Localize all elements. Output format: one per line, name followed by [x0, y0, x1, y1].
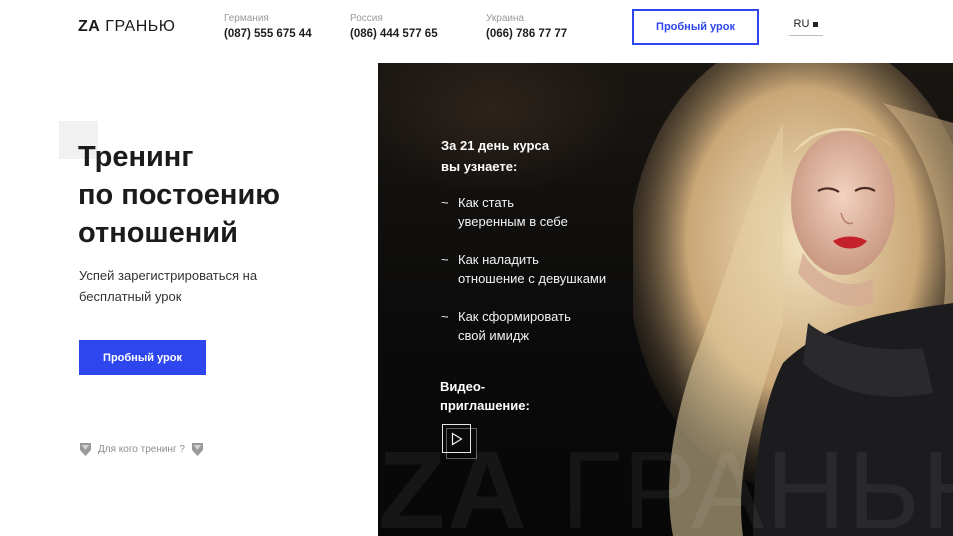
tilde-bullet-icon: ~	[441, 252, 449, 267]
diamond-icon	[191, 443, 203, 456]
tilde-bullet-icon: ~	[441, 195, 449, 210]
course-intro-line: За 21 день курса	[441, 138, 550, 153]
list-item-line: свой имидж	[458, 328, 530, 343]
phone-country: Украина	[486, 13, 525, 24]
phone-country: Германия	[224, 13, 269, 24]
who-is-training-for-link[interactable]: Для кого тренинг ?	[79, 442, 204, 457]
hero-title-line: Тренинг	[78, 141, 194, 173]
hero-subtitle-line: Успей зарегистрироваться на	[79, 268, 258, 283]
video-label-line: Видео-	[440, 379, 486, 394]
language-selector[interactable]: RU	[789, 18, 823, 36]
course-panel: ZA ГРАНЬЮ За 21 день курса вы узнаете: ~…	[378, 63, 953, 536]
video-label-line: приглашение:	[440, 398, 530, 413]
phone-russia[interactable]: Россия (086) 444 577 65	[350, 12, 438, 41]
tilde-bullet-icon: ~	[441, 309, 449, 324]
hero-subtitle-line: бесплатный урок	[79, 289, 182, 304]
phone-country: Россия	[350, 13, 383, 24]
phone-number[interactable]: (087) 555 675 44	[224, 27, 312, 41]
hero-title-line: по постоению	[78, 179, 281, 211]
watermark-light: ГРАНЬЮ	[561, 429, 953, 536]
phone-number[interactable]: (086) 444 577 65	[350, 27, 438, 41]
course-intro-line: вы узнаете:	[441, 159, 518, 174]
hero-title-line: отношений	[78, 217, 238, 249]
logo-bold: ZA	[78, 18, 101, 35]
course-benefits-list: ~ Как стать уверенным в себе ~ Как налад…	[441, 193, 606, 364]
list-item-line: Как стать	[458, 195, 515, 210]
header-trial-lesson-button[interactable]: Пробный урок	[632, 9, 759, 45]
list-item: ~ Как наладить отношение с девушками	[441, 250, 606, 288]
phone-number[interactable]: (066) 786 77 77	[486, 27, 567, 41]
course-intro: За 21 день курса вы узнаете:	[441, 135, 549, 177]
logo-light: ГРАНЬЮ	[105, 18, 176, 35]
who-link-label: Для кого тренинг ?	[98, 444, 185, 455]
phone-germany[interactable]: Германия (087) 555 675 44	[224, 12, 312, 41]
dropdown-square-icon	[813, 22, 819, 27]
hero-subtitle: Успей зарегистрироваться на бесплатный у…	[79, 265, 309, 307]
list-item-line: Как сформировать	[458, 309, 571, 324]
language-label: RU	[793, 18, 810, 30]
diamond-icon	[80, 443, 91, 456]
list-item-line: уверенным в себе	[458, 214, 568, 229]
video-play-button[interactable]	[442, 424, 477, 459]
list-item: ~ Как стать уверенным в себе	[441, 193, 606, 231]
list-item: ~ Как сформировать свой имидж	[441, 307, 606, 345]
play-icon	[451, 432, 463, 446]
hero-trial-lesson-button[interactable]: Пробный урок	[79, 340, 206, 375]
phone-ukraine[interactable]: Украина (066) 786 77 77	[486, 12, 567, 41]
video-invitation-label: Видео- приглашение:	[440, 377, 530, 415]
logo[interactable]: ZA ГРАНЬЮ	[78, 18, 175, 36]
hero-title: Тренинг по постоению отношений	[78, 138, 368, 252]
list-item-line: Как наладить	[458, 252, 539, 267]
list-item-line: отношение с девушками	[458, 271, 607, 286]
